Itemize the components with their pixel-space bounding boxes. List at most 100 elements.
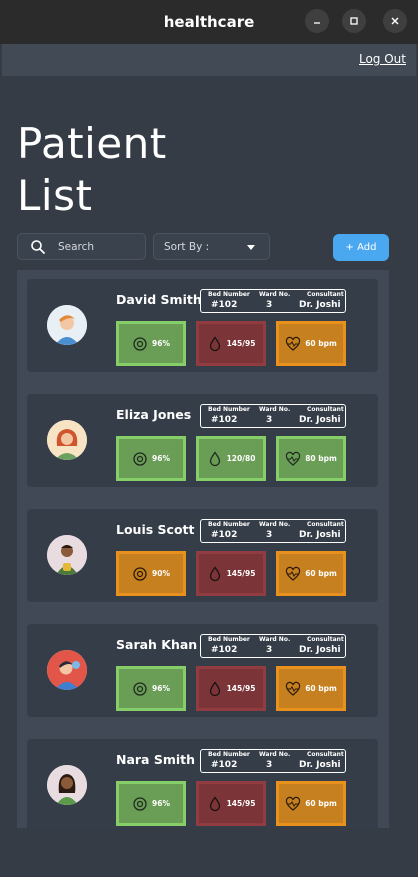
oxygen-vital[interactable]: 96%	[116, 436, 186, 481]
oxygen-icon	[133, 336, 147, 351]
bed-number-header: Bed Number	[208, 406, 250, 413]
consultant-header: Consultant	[307, 406, 344, 413]
search-icon	[31, 239, 45, 254]
oxygen-value: 90%	[152, 569, 170, 578]
ward-header: Ward No.	[259, 751, 291, 758]
avatar	[47, 650, 87, 690]
maximize-button[interactable]	[342, 9, 366, 33]
patient-card[interactable]: Eliza Jones Bed Number Ward No. Consulta…	[27, 394, 378, 487]
ward-header: Ward No.	[259, 406, 291, 413]
blood-drop-icon	[209, 795, 220, 811]
ward-number: 3	[266, 645, 273, 655]
heart-rate-vital[interactable]: 60 bpm	[276, 781, 346, 826]
blood-drop-icon	[209, 680, 220, 696]
ward-number: 3	[266, 760, 273, 770]
title-bar: healthcare	[0, 0, 418, 44]
heart-rate-value: 60 bpm	[305, 339, 337, 348]
avatar	[47, 535, 87, 575]
heart-rate-value: 60 bpm	[305, 684, 337, 693]
blood-drop-icon	[209, 335, 220, 351]
bed-number-header: Bed Number	[208, 521, 250, 528]
heart-pulse-icon	[286, 796, 301, 811]
ward-header: Ward No.	[259, 291, 291, 298]
add-patient-button[interactable]: + Add	[333, 234, 389, 261]
blood-pressure-value: 145/95	[226, 684, 256, 693]
patient-card[interactable]: Nara Smith Bed Number Ward No. Consultan…	[27, 739, 378, 828]
close-icon	[391, 17, 399, 25]
oxygen-value: 96%	[152, 454, 170, 463]
patient-name: Louis Scott	[116, 522, 195, 537]
patient-card[interactable]: David Smith Bed Number Ward No. Consulta…	[27, 279, 378, 372]
oxygen-icon	[133, 566, 147, 581]
bed-number: #102	[211, 645, 238, 655]
patient-card[interactable]: Sarah Khan Bed Number Ward No. Consultan…	[27, 624, 378, 717]
page-title-line1: Patient	[17, 119, 167, 168]
close-button[interactable]	[383, 9, 407, 33]
consultant-name: Dr. Joshi	[299, 300, 341, 310]
consultant-header: Consultant	[307, 751, 344, 758]
patient-name: David Smith	[116, 292, 202, 307]
oxygen-value: 96%	[152, 799, 170, 808]
ward-header: Ward No.	[259, 636, 291, 643]
ward-number: 3	[266, 415, 273, 425]
consultant-name: Dr. Joshi	[299, 645, 341, 655]
oxygen-icon	[133, 681, 147, 696]
blood-pressure-vital[interactable]: 145/95	[196, 551, 266, 596]
page-title: Patient List	[17, 118, 167, 222]
blood-pressure-vital[interactable]: 145/95	[196, 321, 266, 366]
blood-pressure-value: 120/80	[226, 454, 256, 463]
oxygen-icon	[133, 451, 147, 466]
oxygen-value: 96%	[152, 684, 170, 693]
sort-dropdown[interactable]: Sort By :	[153, 233, 270, 260]
minimize-button[interactable]	[305, 9, 329, 33]
oxygen-vital[interactable]: 96%	[116, 666, 186, 711]
patient-list[interactable]: David Smith Bed Number Ward No. Consulta…	[17, 270, 389, 828]
patient-card[interactable]: Louis Scott Bed Number Ward No. Consulta…	[27, 509, 378, 602]
patient-info-box: Bed Number Ward No. Consultant #102 3 Dr…	[200, 404, 346, 428]
oxygen-vital[interactable]: 96%	[116, 781, 186, 826]
sort-label: Sort By :	[164, 240, 210, 253]
search-input[interactable]: Search	[17, 233, 146, 260]
heart-pulse-icon	[286, 566, 301, 581]
ward-header: Ward No.	[259, 521, 291, 528]
top-bar: Log Out	[2, 44, 416, 76]
blood-pressure-value: 145/95	[226, 339, 256, 348]
search-placeholder: Search	[58, 240, 95, 253]
blood-pressure-value: 145/95	[226, 799, 256, 808]
oxygen-vital[interactable]: 96%	[116, 321, 186, 366]
blood-pressure-vital[interactable]: 120/80	[196, 436, 266, 481]
bed-number: #102	[211, 760, 238, 770]
heart-rate-value: 80 bpm	[305, 454, 337, 463]
bed-number: #102	[211, 530, 238, 540]
patient-info-box: Bed Number Ward No. Consultant #102 3 Dr…	[200, 519, 346, 543]
bed-number-header: Bed Number	[208, 751, 250, 758]
avatar	[47, 305, 87, 345]
patient-info-box: Bed Number Ward No. Consultant #102 3 Dr…	[200, 749, 346, 773]
page-title-line2: List	[17, 171, 93, 220]
heart-rate-value: 60 bpm	[305, 569, 337, 578]
ward-number: 3	[266, 530, 273, 540]
blood-pressure-vital[interactable]: 145/95	[196, 666, 266, 711]
blood-drop-icon	[209, 565, 220, 581]
chevron-down-icon	[247, 245, 255, 250]
oxygen-icon	[133, 796, 147, 811]
heart-rate-vital[interactable]: 60 bpm	[276, 321, 346, 366]
minimize-icon	[314, 22, 320, 24]
logout-link[interactable]: Log Out	[359, 52, 406, 66]
consultant-header: Consultant	[307, 521, 344, 528]
heart-rate-vital[interactable]: 60 bpm	[276, 666, 346, 711]
consultant-header: Consultant	[307, 291, 344, 298]
consultant-name: Dr. Joshi	[299, 530, 341, 540]
bed-number-header: Bed Number	[208, 291, 250, 298]
blood-drop-icon	[209, 450, 220, 466]
oxygen-vital[interactable]: 90%	[116, 551, 186, 596]
blood-pressure-vital[interactable]: 145/95	[196, 781, 266, 826]
heart-rate-vital[interactable]: 60 bpm	[276, 551, 346, 596]
consultant-name: Dr. Joshi	[299, 760, 341, 770]
consultant-name: Dr. Joshi	[299, 415, 341, 425]
bed-number: #102	[211, 300, 238, 310]
heart-rate-vital[interactable]: 80 bpm	[276, 436, 346, 481]
heart-pulse-icon	[286, 681, 301, 696]
patient-name: Sarah Khan	[116, 637, 198, 652]
heart-pulse-icon	[286, 336, 301, 351]
